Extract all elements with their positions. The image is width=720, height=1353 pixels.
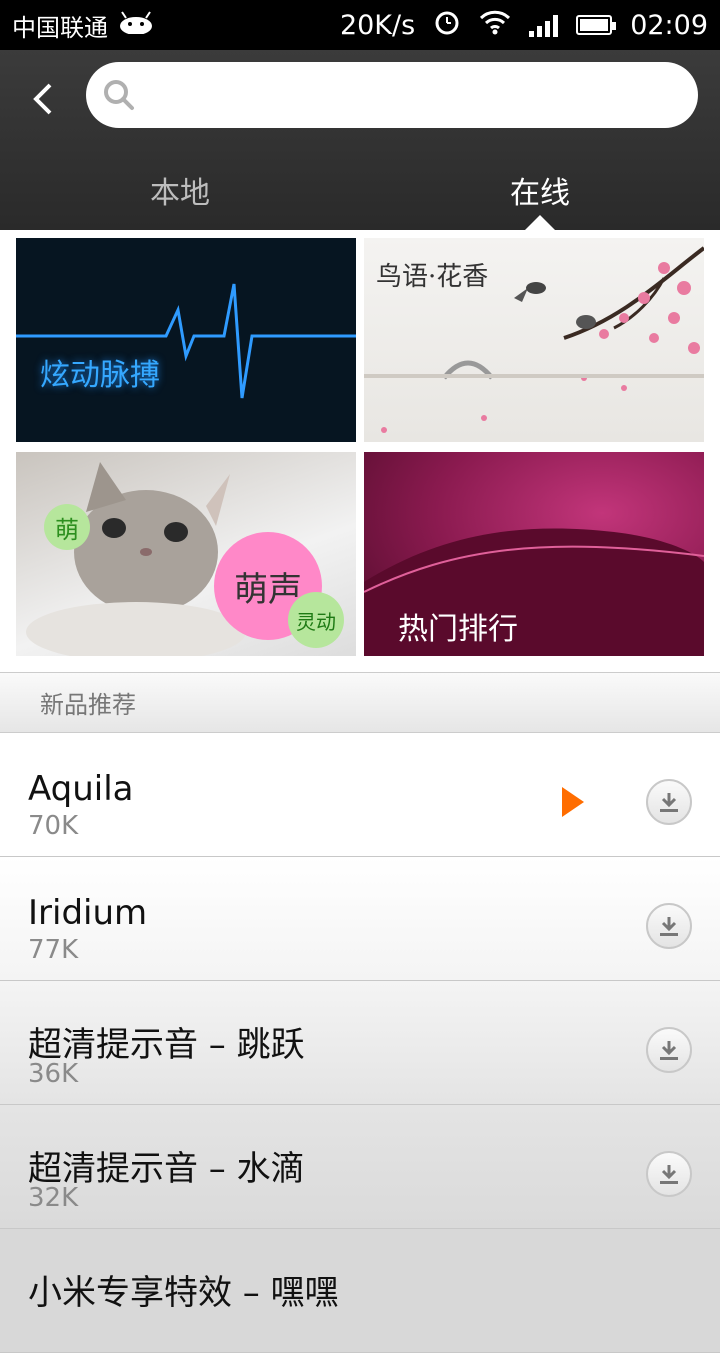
list-item[interactable]: 超清提示音 – 水滴 32K bbox=[0, 1105, 720, 1229]
banner-top-chart-label: 热门排行 bbox=[398, 612, 518, 647]
item-name: Iridium bbox=[28, 893, 148, 933]
list-item[interactable]: Iridium 77K bbox=[0, 857, 720, 981]
download-button[interactable] bbox=[646, 1151, 692, 1197]
badge-cute: 萌 bbox=[44, 504, 90, 550]
list-item[interactable]: 小米专享特效 – 嘿嘿 bbox=[0, 1229, 720, 1353]
android-icon bbox=[118, 10, 154, 40]
list-item[interactable]: 超清提示音 – 跳跃 36K bbox=[0, 981, 720, 1105]
status-bar: 中国联通 20K/s 02:09 bbox=[0, 0, 720, 50]
item-name: Aquila bbox=[28, 769, 134, 809]
tab-bar: 本地 在线 bbox=[0, 150, 720, 230]
tab-local[interactable]: 本地 bbox=[0, 150, 360, 230]
banner-top-chart[interactable]: 热门排行 bbox=[364, 452, 704, 656]
item-name: 小米专享特效 – 嘿嘿 bbox=[28, 1273, 339, 1313]
wifi-icon bbox=[479, 9, 511, 42]
download-icon bbox=[660, 793, 678, 812]
search-icon bbox=[104, 80, 134, 110]
item-size: 32K bbox=[28, 1183, 79, 1213]
play-icon[interactable] bbox=[562, 787, 584, 817]
tab-online[interactable]: 在线 bbox=[360, 150, 720, 230]
download-icon bbox=[660, 1041, 678, 1060]
banner-pulse[interactable]: 炫动脉搏 bbox=[16, 238, 356, 442]
heartbeat-graphic bbox=[16, 283, 356, 399]
chevron-left-icon bbox=[33, 83, 52, 115]
download-icon bbox=[660, 917, 678, 936]
alarm-icon bbox=[433, 8, 461, 43]
banner-cute-sounds[interactable]: 萌 萌声 灵动 bbox=[16, 452, 356, 656]
download-button[interactable] bbox=[646, 903, 692, 949]
section-header: 新品推荐 bbox=[0, 672, 720, 733]
item-size: 77K bbox=[28, 935, 79, 965]
banner-birds-flowers[interactable]: 鸟语·花香 bbox=[364, 238, 704, 442]
clock: 02:09 bbox=[630, 9, 708, 41]
banner-grid: 炫动脉搏 鸟语·花香 萌 萌声 灵动 热门排行 bbox=[0, 230, 720, 672]
item-size: 70K bbox=[28, 811, 79, 841]
battery-icon bbox=[576, 15, 617, 35]
download-button[interactable] bbox=[646, 1027, 692, 1073]
signal-icon bbox=[529, 13, 559, 37]
item-size: 36K bbox=[28, 1059, 79, 1089]
list-item[interactable]: Aquila 70K bbox=[0, 733, 720, 857]
search-input[interactable] bbox=[146, 75, 698, 115]
badge-lively: 灵动 bbox=[288, 592, 344, 648]
download-button[interactable] bbox=[646, 779, 692, 825]
search-bar[interactable] bbox=[86, 62, 698, 128]
ringtone-list: Aquila 70K Iridium 77K 超清提示音 – 跳跃 36K 超清… bbox=[0, 733, 720, 1353]
banner-pulse-label: 炫动脉搏 bbox=[40, 358, 160, 393]
network-speed: 20K/s bbox=[339, 9, 416, 41]
download-icon bbox=[660, 1165, 678, 1184]
back-button[interactable] bbox=[18, 74, 68, 124]
carrier-label: 中国联通 bbox=[12, 13, 108, 42]
banner-birds-label: 鸟语·花香 bbox=[376, 262, 489, 292]
header: 本地 在线 bbox=[0, 50, 720, 230]
